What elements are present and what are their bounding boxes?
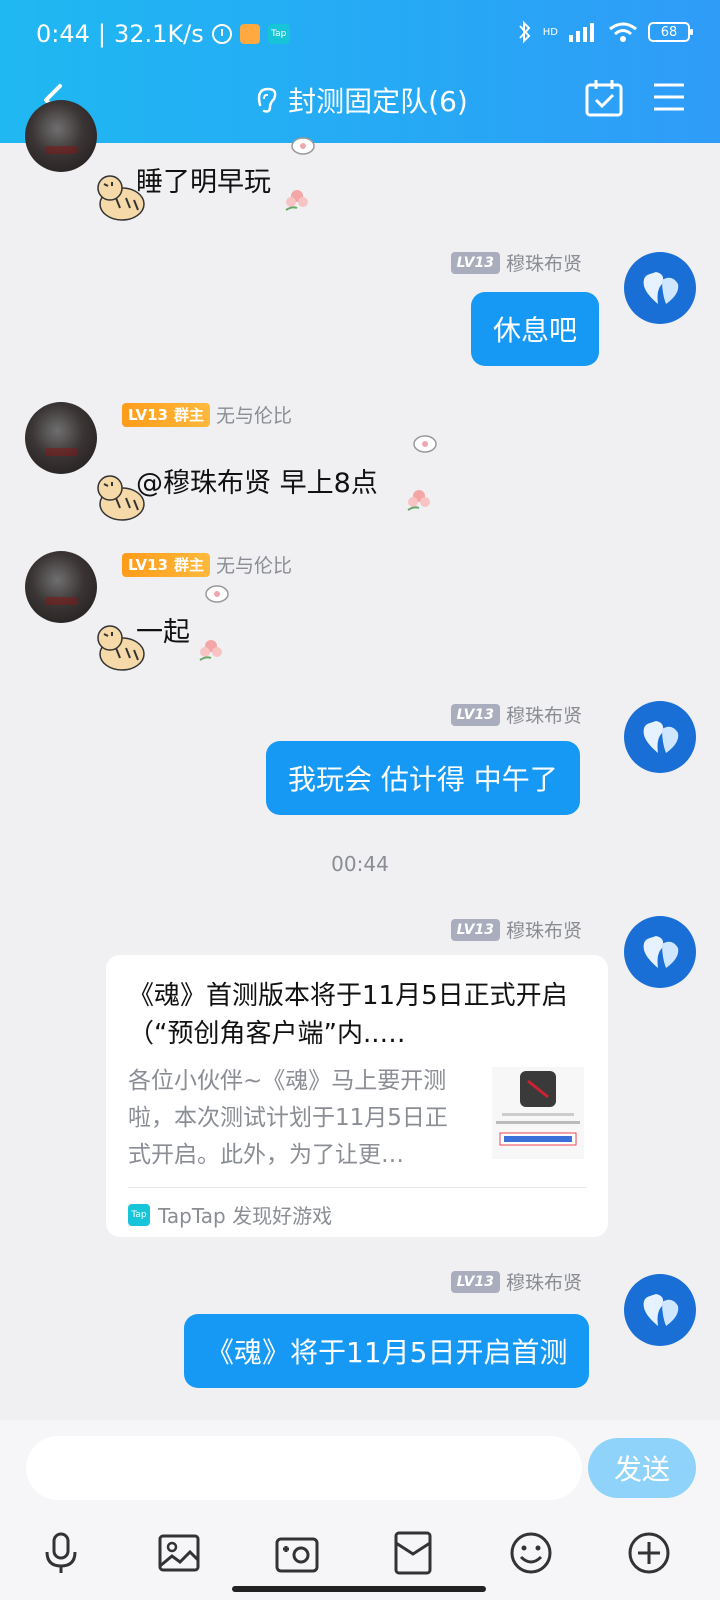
menu-icon[interactable] — [652, 80, 686, 114]
chat-title: 封测固定队(6) — [288, 85, 468, 118]
signal-icon — [569, 23, 594, 42]
role-text: 群主 — [173, 405, 204, 424]
chat-app-icon — [239, 24, 260, 44]
network-speed: 32.1K/s — [114, 20, 204, 48]
battery-icon: 68 — [648, 22, 693, 42]
sender-row: LV13 群主 无与伦比 — [122, 401, 292, 428]
role-text: 群主 — [173, 555, 204, 574]
bubble-decoration-icon — [205, 585, 229, 603]
level-badge: LV13 — [450, 703, 500, 726]
message-bubble[interactable]: 《魂》将于11月5日开启首测 — [184, 1314, 590, 1388]
avatar[interactable] — [624, 1274, 696, 1346]
flower-decoration-icon — [407, 490, 430, 511]
level-badge: LV13 — [450, 251, 500, 274]
sender-name[interactable]: 穆珠布贤 — [506, 701, 582, 728]
camera-icon[interactable] — [274, 1530, 320, 1576]
avatar[interactable] — [25, 551, 97, 623]
status-time: 0:44 — [36, 20, 90, 48]
sender-row: LV13 穆珠布贤 — [450, 1268, 582, 1295]
time-divider: 00:44 — [331, 852, 389, 876]
hd-label: HD — [542, 26, 558, 38]
owner-badge: LV13 群主 — [122, 552, 210, 577]
cloud-heart-icon — [643, 936, 679, 968]
flower-decoration-icon — [199, 640, 222, 661]
message-input[interactable] — [26, 1436, 582, 1500]
sender-name[interactable]: 穆珠布贤 — [506, 916, 582, 943]
bubble-decoration-icon — [413, 435, 437, 453]
avatar[interactable] — [25, 402, 97, 474]
app-header: 0:44 | 32.1K/s Tap HD 68 封测固定队(6) — [0, 0, 720, 143]
game-thumbnail-icon — [496, 1071, 580, 1146]
cloud-heart-icon — [643, 1294, 679, 1326]
sender-row: LV13 穆珠布贤 — [450, 916, 582, 943]
input-toolbar — [0, 1530, 720, 1580]
bluetooth-icon — [519, 20, 531, 44]
sender-name[interactable]: 无与伦比 — [216, 401, 292, 428]
message-text: @穆珠布贤 早上8点 — [136, 468, 378, 499]
level-text: LV13 — [128, 405, 168, 424]
avatar[interactable] — [25, 100, 97, 172]
message-text: 一起 — [136, 617, 190, 648]
message-text: 睡了明早玩 — [136, 167, 271, 198]
sender-name[interactable]: 穆珠布贤 — [506, 249, 582, 276]
emoji-icon[interactable] — [508, 1530, 554, 1576]
card-divider — [128, 1187, 586, 1188]
calendar-check-icon[interactable] — [584, 78, 624, 118]
cloud-heart-icon — [643, 721, 679, 753]
status-bar: 0:44 | 32.1K/s Tap HD 68 — [0, 14, 720, 54]
home-indicator[interactable] — [232, 1586, 486, 1592]
sender-row: LV13 穆珠布贤 — [450, 701, 582, 728]
owner-badge: LV13 群主 — [122, 402, 210, 427]
send-button[interactable]: 发送 — [588, 1438, 696, 1498]
sender-name[interactable]: 无与伦比 — [216, 551, 292, 578]
image-icon[interactable] — [156, 1530, 202, 1576]
avatar[interactable] — [624, 252, 696, 324]
message-bubble[interactable]: 我玩会 估计得 中午了 — [266, 741, 580, 815]
bubble-decoration-icon — [291, 137, 315, 155]
card-source: Tap TapTap 发现好游戏 — [128, 1200, 332, 1229]
level-text: LV13 — [128, 555, 168, 574]
mic-icon[interactable] — [38, 1530, 84, 1576]
message-bubble[interactable]: 休息吧 — [471, 292, 600, 366]
red-packet-icon[interactable] — [390, 1530, 436, 1576]
alarm-icon — [211, 24, 232, 44]
status-separator: | — [97, 20, 106, 48]
taptap-logo-icon: Tap — [128, 1203, 150, 1226]
card-thumbnail — [492, 1067, 584, 1159]
card-description: 各位小伙伴~《魂》马上要开测啦，本次测试计划于11月5日正式开启。此外，为了让更… — [128, 1068, 448, 1168]
taptap-icon: Tap — [267, 24, 290, 44]
link-card[interactable]: 《魂》首测版本将于11月5日正式开启（“预创角客户端”内..… 各位小伙伴~《魂… — [106, 955, 608, 1237]
sender-name[interactable]: 穆珠布贤 — [506, 1268, 582, 1295]
wifi-icon — [609, 22, 637, 42]
avatar[interactable] — [624, 916, 696, 988]
title-bar: 封测固定队(6) — [0, 70, 720, 130]
sender-row: LV13 穆珠布贤 — [450, 249, 582, 276]
avatar[interactable] — [624, 701, 696, 773]
ear-icon — [257, 87, 277, 113]
card-source-label: TapTap 发现好游戏 — [158, 1204, 333, 1228]
plus-icon[interactable] — [626, 1530, 672, 1576]
cloud-heart-icon — [643, 272, 679, 304]
input-bar: 发送 — [0, 1420, 720, 1600]
card-title: 《魂》首测版本将于11月5日正式开启（“预创角客户端”内..… — [128, 981, 568, 1049]
level-badge: LV13 — [450, 1270, 500, 1293]
flower-decoration-icon — [285, 190, 308, 211]
level-badge: LV13 — [450, 918, 500, 941]
sender-row: LV13 群主 无与伦比 — [122, 551, 292, 578]
